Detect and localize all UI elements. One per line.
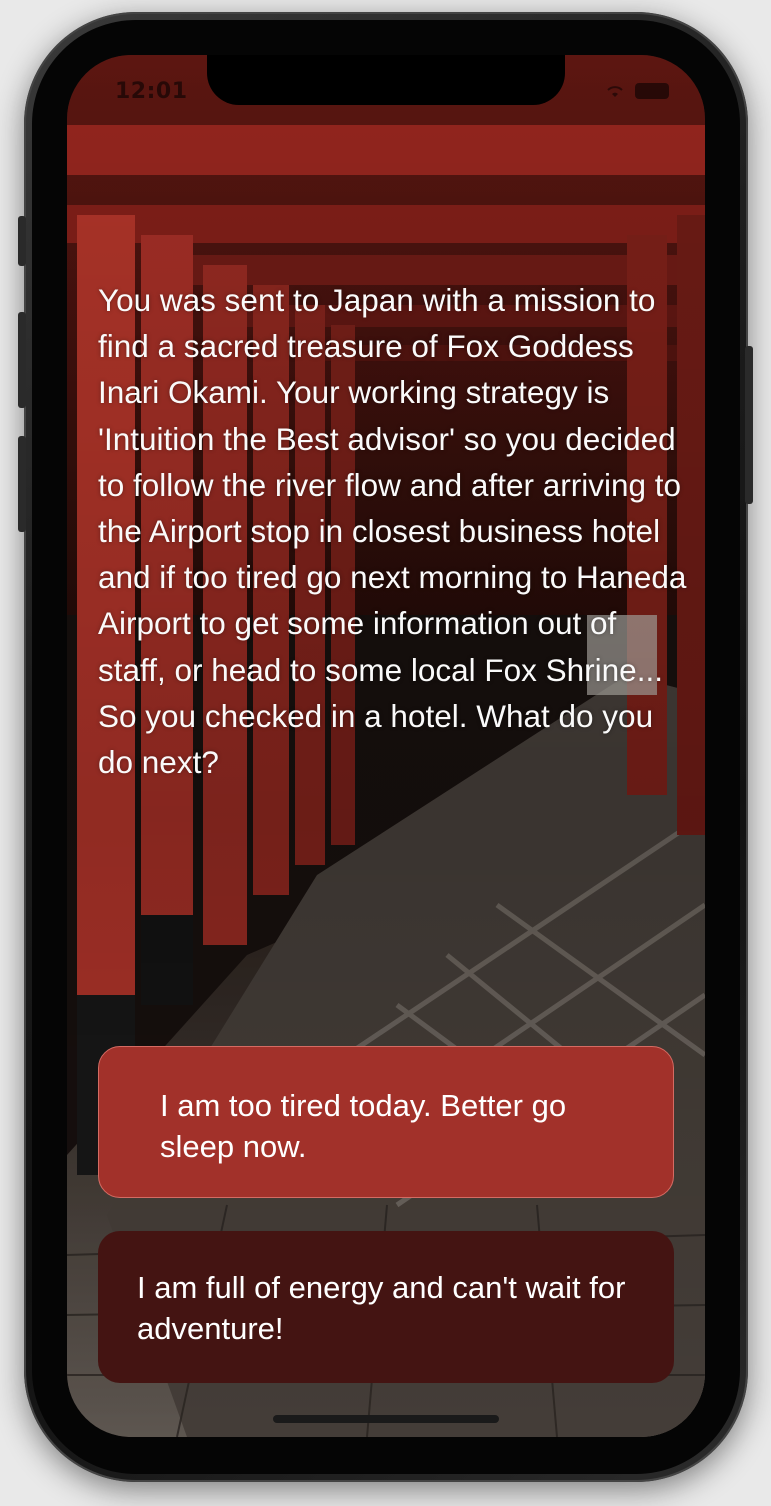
volume-up-button <box>18 312 26 408</box>
home-indicator[interactable] <box>273 1415 499 1423</box>
camera-notch <box>207 55 565 105</box>
power-button <box>745 346 753 504</box>
app-screen: 12:01 You was sent to Japan with a missi… <box>67 55 705 1437</box>
choice-adventure-button[interactable]: I am full of energy and can't wait for a… <box>98 1231 674 1383</box>
wifi-icon <box>607 86 623 97</box>
story-text: You was sent to Japan with a mission to … <box>98 282 687 781</box>
status-time: 12:01 <box>115 79 188 104</box>
battery-icon <box>635 83 669 99</box>
volume-down-button <box>18 436 26 532</box>
status-icons <box>605 83 669 99</box>
mute-switch <box>18 216 26 266</box>
choice-sleep-button[interactable]: I am too tired today. Better go sleep no… <box>98 1046 674 1198</box>
